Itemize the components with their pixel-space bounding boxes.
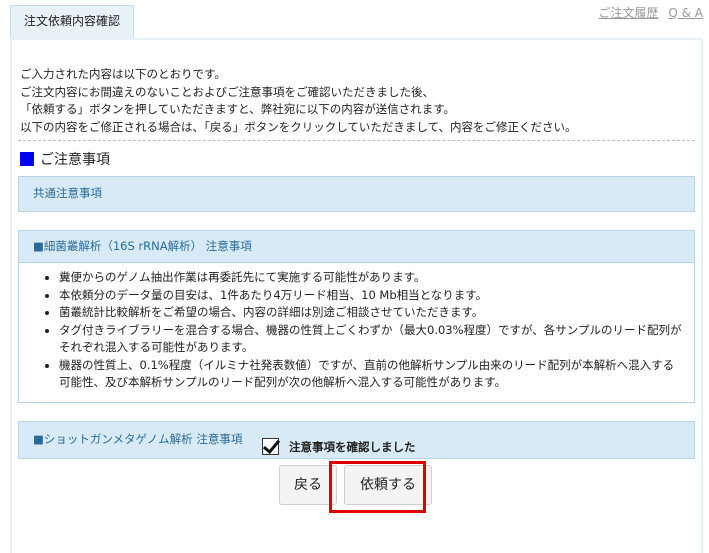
microbiome-notes-box: ■細菌叢解析（16S rRNA解析） 注意事項 糞便からのゲノム抽出作業は再委託… (18, 230, 695, 403)
list-item: 糞便からのゲノム抽出作業は再委託先にて実施する可能性があります。 (59, 269, 682, 287)
confirm-row: 注意事項を確認しました (262, 438, 416, 455)
intro-text: ご入力された内容は以下のとおりです。 ご注文内容にお間違えのないことおよびご注意… (20, 66, 576, 136)
intro-line: ご入力された内容は以下のとおりです。 (20, 67, 226, 81)
list-item: 菌叢統計比較解析をご希望の場合、内容の詳細は別途ご相談させていただきます。 (59, 304, 682, 322)
common-notes-title: 共通注意事項 (33, 186, 102, 200)
submit-highlight-box (329, 461, 426, 513)
intro-line: 以下の内容をご修正される場合は、「戻る」ボタンをクリックしていただきまして、内容… (20, 119, 577, 134)
divider (18, 140, 695, 141)
list-item: 本依頼分のデータ量の目安は、1件あたり4万リード相当、10 Mb相当となります。 (59, 287, 682, 305)
confirm-label[interactable]: 注意事項を確認しました (289, 439, 416, 455)
qa-link[interactable]: Q & A (668, 6, 703, 20)
microbiome-notes-title: ■細菌叢解析（16S rRNA解析） 注意事項 (33, 239, 252, 253)
notes-title-text: ご注意事項 (40, 152, 110, 168)
order-history-link[interactable]: ご注文履歴 (599, 6, 659, 20)
list-item: 機器の性質上、0.1%程度（イルミナ社発表数値）ですが、直前の他解析サンプル由来… (59, 357, 682, 392)
microbiome-notes-list: 糞便からのゲノム抽出作業は再委託先にて実施する可能性があります。 本依頼分のデー… (19, 263, 694, 392)
top-links: ご注文履歴 Q & A (593, 4, 703, 21)
tab-order-confirm: 注文依頼内容確認 (10, 5, 134, 39)
microbiome-notes-body: 糞便からのゲノム抽出作業は再委託先にて実施する可能性があります。 本依頼分のデー… (19, 262, 694, 402)
square-bullet-icon (20, 152, 34, 166)
confirm-checkbox[interactable] (262, 438, 279, 455)
intro-line: ご注文内容にお間違えのないことおよびご注意事項をご確認いただきました後、 (20, 84, 434, 99)
notes-section-title: ご注意事項 (20, 149, 110, 169)
intro-line: 「依頼する」ボタンを押していただきますと、弊社宛に以下の内容が送信されます。 (20, 102, 456, 116)
common-notes-box: 共通注意事項 (18, 176, 695, 212)
list-item: タグ付きライブラリーを混合する場合、機器の性質上ごくわずか（最大0.03%程度）… (59, 322, 682, 357)
